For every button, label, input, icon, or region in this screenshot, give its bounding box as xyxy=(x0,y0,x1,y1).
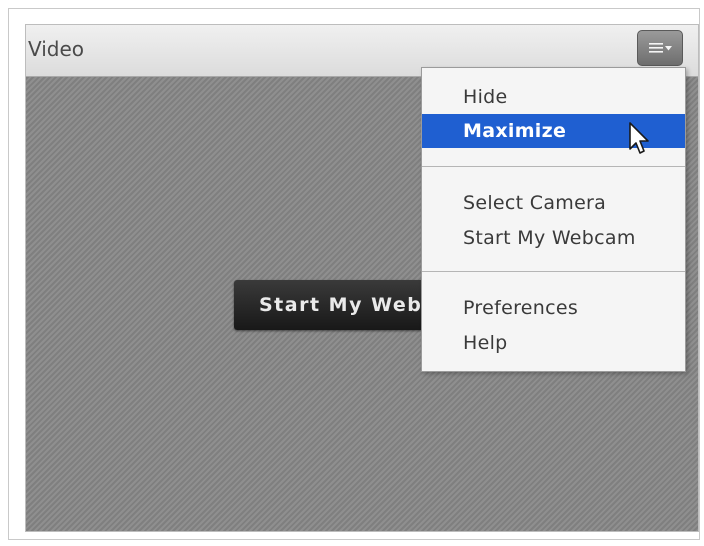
menu-item-select-camera[interactable]: Select Camera xyxy=(422,186,685,220)
pod-title: Video xyxy=(28,37,85,61)
menu-item-preferences[interactable]: Preferences xyxy=(422,291,685,325)
menu-item-hide[interactable]: Hide xyxy=(422,80,685,114)
pod-options-menu: Hide Maximize Select Camera Start My Web… xyxy=(421,67,686,372)
menu-separator xyxy=(422,166,685,167)
hamburger-menu-icon xyxy=(648,43,663,53)
caret-down-icon xyxy=(664,45,672,50)
menu-item-help[interactable]: Help xyxy=(422,326,685,360)
menu-item-start-my-webcam[interactable]: Start My Webcam xyxy=(422,221,685,255)
mouse-pointer-icon xyxy=(629,122,649,154)
menu-separator xyxy=(422,271,685,272)
pod-options-button[interactable] xyxy=(637,30,683,66)
